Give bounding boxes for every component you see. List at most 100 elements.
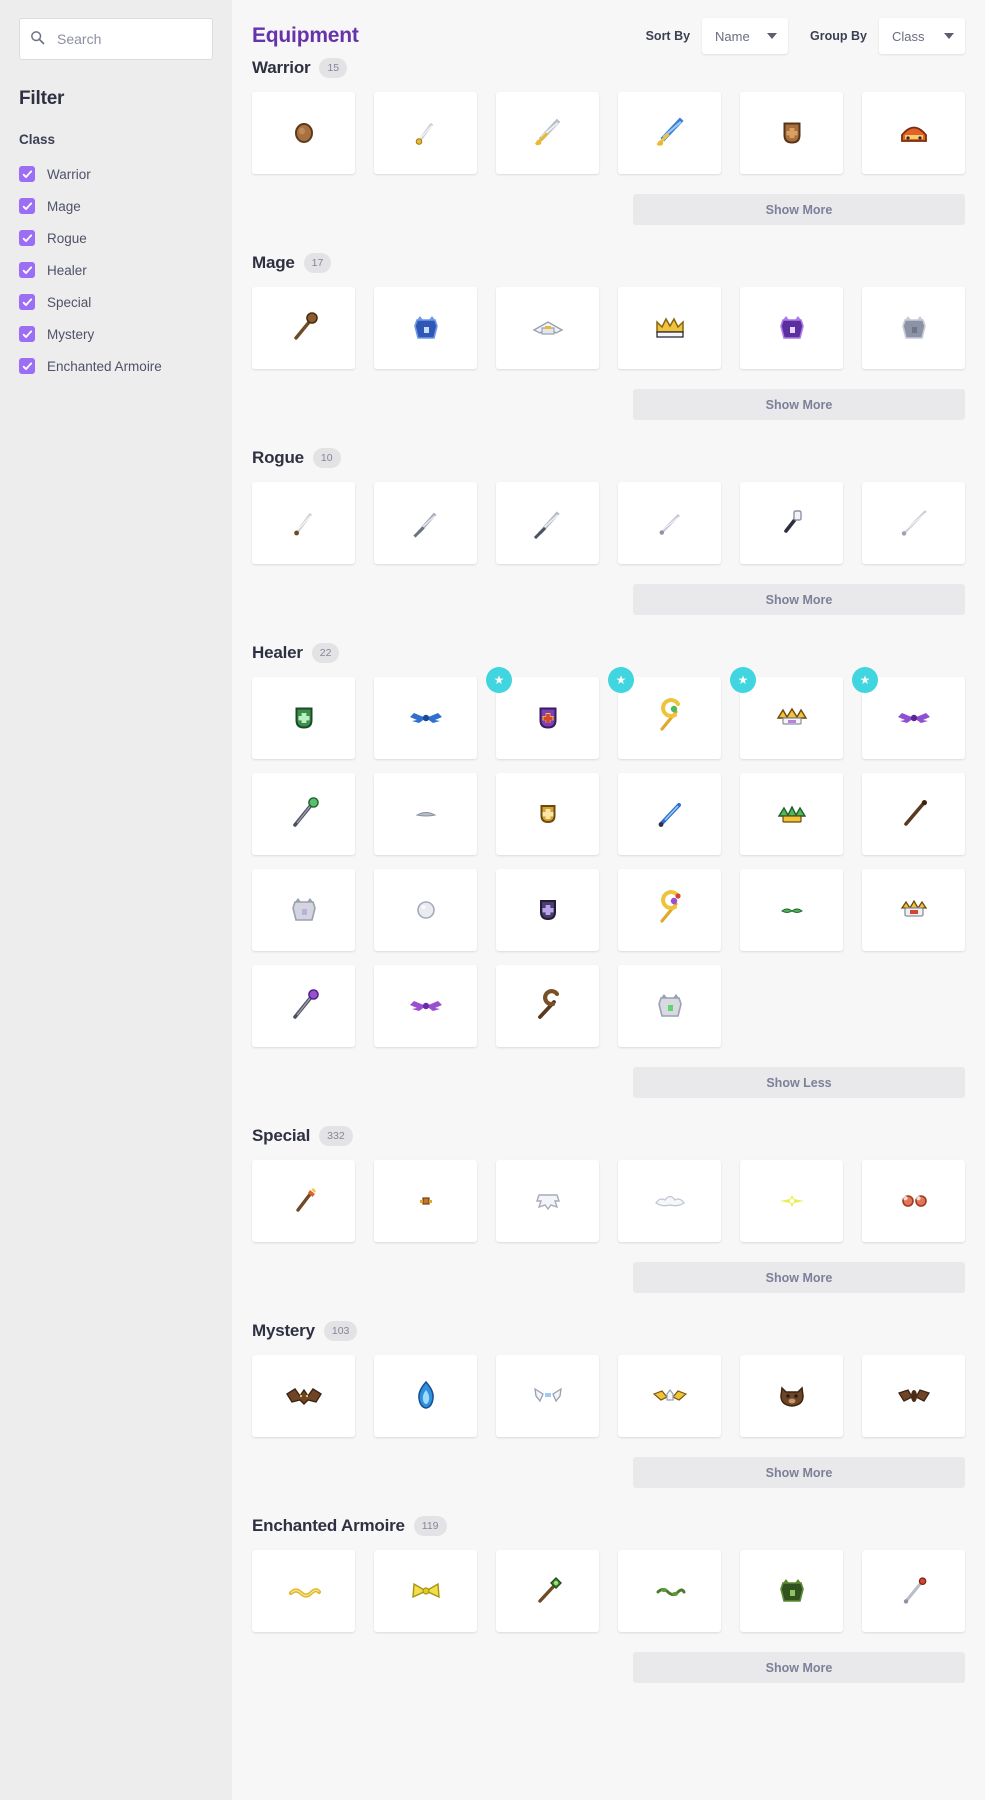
section-title: Special bbox=[252, 1126, 311, 1145]
equipment-item[interactable] bbox=[740, 869, 843, 951]
equipment-item[interactable] bbox=[252, 869, 355, 951]
equipment-item[interactable]: ★ bbox=[608, 667, 721, 759]
checkbox-checked-icon[interactable] bbox=[19, 294, 35, 310]
facet-item-enchanted-armoire[interactable]: Enchanted Armoire bbox=[19, 350, 213, 382]
equipment-item[interactable] bbox=[740, 1550, 843, 1632]
equipment-item[interactable] bbox=[618, 869, 721, 951]
checkbox-checked-icon[interactable] bbox=[19, 358, 35, 374]
equipment-item[interactable] bbox=[496, 773, 599, 855]
equipment-item[interactable] bbox=[496, 869, 599, 951]
equipment-item[interactable] bbox=[618, 1160, 721, 1242]
equipment-item[interactable] bbox=[496, 1160, 599, 1242]
show-more-button[interactable]: Show More bbox=[633, 1262, 965, 1293]
equipment-item[interactable] bbox=[252, 92, 355, 174]
equipment-item[interactable] bbox=[496, 287, 599, 369]
section-title: Enchanted Armoire bbox=[252, 1516, 405, 1535]
facet-item-warrior[interactable]: Warrior bbox=[19, 158, 213, 190]
equipment-item[interactable] bbox=[252, 965, 355, 1047]
blue-wand-icon bbox=[648, 792, 692, 836]
show-more-button[interactable]: Show More bbox=[633, 194, 965, 225]
equipment-item[interactable] bbox=[496, 1550, 599, 1632]
equipment-item[interactable]: ★ bbox=[486, 667, 599, 759]
equipment-item[interactable] bbox=[252, 677, 355, 759]
equipment-item[interactable] bbox=[496, 92, 599, 174]
checkbox-checked-icon[interactable] bbox=[19, 198, 35, 214]
show-more-button[interactable]: Show More bbox=[633, 1652, 965, 1683]
show-more-button[interactable]: Show More bbox=[633, 389, 965, 420]
facet-item-mystery[interactable]: Mystery bbox=[19, 318, 213, 350]
equipment-item[interactable] bbox=[374, 965, 477, 1047]
equipment-item[interactable] bbox=[374, 773, 477, 855]
section-toggle-row: Show More bbox=[252, 194, 965, 225]
checkbox-checked-icon[interactable] bbox=[19, 262, 35, 278]
equipment-item[interactable] bbox=[252, 482, 355, 564]
equipment-item[interactable] bbox=[862, 482, 965, 564]
equipment-item[interactable] bbox=[374, 1550, 477, 1632]
equipment-item[interactable] bbox=[862, 773, 965, 855]
wooden-staff-icon bbox=[282, 306, 326, 350]
equipment-item[interactable] bbox=[862, 869, 965, 951]
equipment-item[interactable] bbox=[862, 1160, 965, 1242]
equipment-item[interactable] bbox=[862, 1355, 965, 1437]
dark-green-armor-icon bbox=[770, 1569, 814, 1613]
equipment-item[interactable] bbox=[618, 287, 721, 369]
equipment-item[interactable] bbox=[374, 92, 477, 174]
equipment-item[interactable] bbox=[740, 482, 843, 564]
equipment-item[interactable] bbox=[740, 773, 843, 855]
checkbox-checked-icon[interactable] bbox=[19, 230, 35, 246]
equipment-item[interactable] bbox=[252, 1550, 355, 1632]
blue-robe-icon bbox=[404, 306, 448, 350]
star-icon: ★ bbox=[608, 667, 634, 693]
equipment-item[interactable]: ★ bbox=[730, 667, 843, 759]
equipment-item[interactable] bbox=[618, 482, 721, 564]
equipment-item[interactable] bbox=[496, 482, 599, 564]
section-healer: Healer 22 ★ ★ ★ ★ Show Less bbox=[252, 637, 965, 1116]
group-by-select[interactable]: Class bbox=[879, 18, 965, 54]
show-more-button[interactable]: Show Less bbox=[633, 1067, 965, 1098]
sort-by-select[interactable]: Name bbox=[702, 18, 789, 54]
show-more-button[interactable]: Show More bbox=[633, 584, 965, 615]
star-icon: ★ bbox=[486, 667, 512, 693]
checkbox-checked-icon[interactable] bbox=[19, 166, 35, 182]
equipment-item[interactable] bbox=[374, 287, 477, 369]
equipment-item[interactable] bbox=[740, 1355, 843, 1437]
steel-sword-icon bbox=[526, 111, 570, 155]
facet-item-rogue[interactable]: Rogue bbox=[19, 222, 213, 254]
search-input[interactable] bbox=[55, 30, 240, 48]
equipment-item[interactable] bbox=[618, 773, 721, 855]
equipment-item[interactable] bbox=[740, 287, 843, 369]
equipment-item[interactable] bbox=[862, 287, 965, 369]
equipment-item[interactable] bbox=[740, 1160, 843, 1242]
show-more-button[interactable]: Show More bbox=[633, 1457, 965, 1488]
checkbox-checked-icon[interactable] bbox=[19, 326, 35, 342]
facet-item-mage[interactable]: Mage bbox=[19, 190, 213, 222]
equipment-item[interactable] bbox=[252, 1160, 355, 1242]
facet-item-healer[interactable]: Healer bbox=[19, 254, 213, 286]
equipment-item[interactable] bbox=[618, 1355, 721, 1437]
equipment-item[interactable]: ★ bbox=[852, 667, 965, 759]
purple-wings-icon bbox=[404, 984, 448, 1028]
facet-item-special[interactable]: Special bbox=[19, 286, 213, 318]
equipment-item[interactable] bbox=[862, 92, 965, 174]
facet-label: Enchanted Armoire bbox=[47, 358, 162, 374]
search-box[interactable] bbox=[19, 18, 240, 60]
equipment-item[interactable] bbox=[252, 773, 355, 855]
item-grid bbox=[252, 287, 965, 369]
paint-brush-icon bbox=[282, 1179, 326, 1223]
equipment-item[interactable] bbox=[374, 869, 477, 951]
equipment-item[interactable] bbox=[862, 1550, 965, 1632]
equipment-item[interactable] bbox=[374, 1160, 477, 1242]
equipment-item[interactable] bbox=[374, 677, 477, 759]
equipment-item[interactable] bbox=[618, 92, 721, 174]
equipment-item[interactable] bbox=[374, 1355, 477, 1437]
equipment-item[interactable] bbox=[252, 1355, 355, 1437]
gold-chain-icon bbox=[282, 1569, 326, 1613]
equipment-item[interactable] bbox=[618, 1550, 721, 1632]
equipment-item[interactable] bbox=[740, 92, 843, 174]
equipment-item[interactable] bbox=[496, 965, 599, 1047]
equipment-item[interactable] bbox=[618, 965, 721, 1047]
equipment-item[interactable] bbox=[374, 482, 477, 564]
equipment-item[interactable] bbox=[496, 1355, 599, 1437]
equipment-item[interactable] bbox=[252, 287, 355, 369]
